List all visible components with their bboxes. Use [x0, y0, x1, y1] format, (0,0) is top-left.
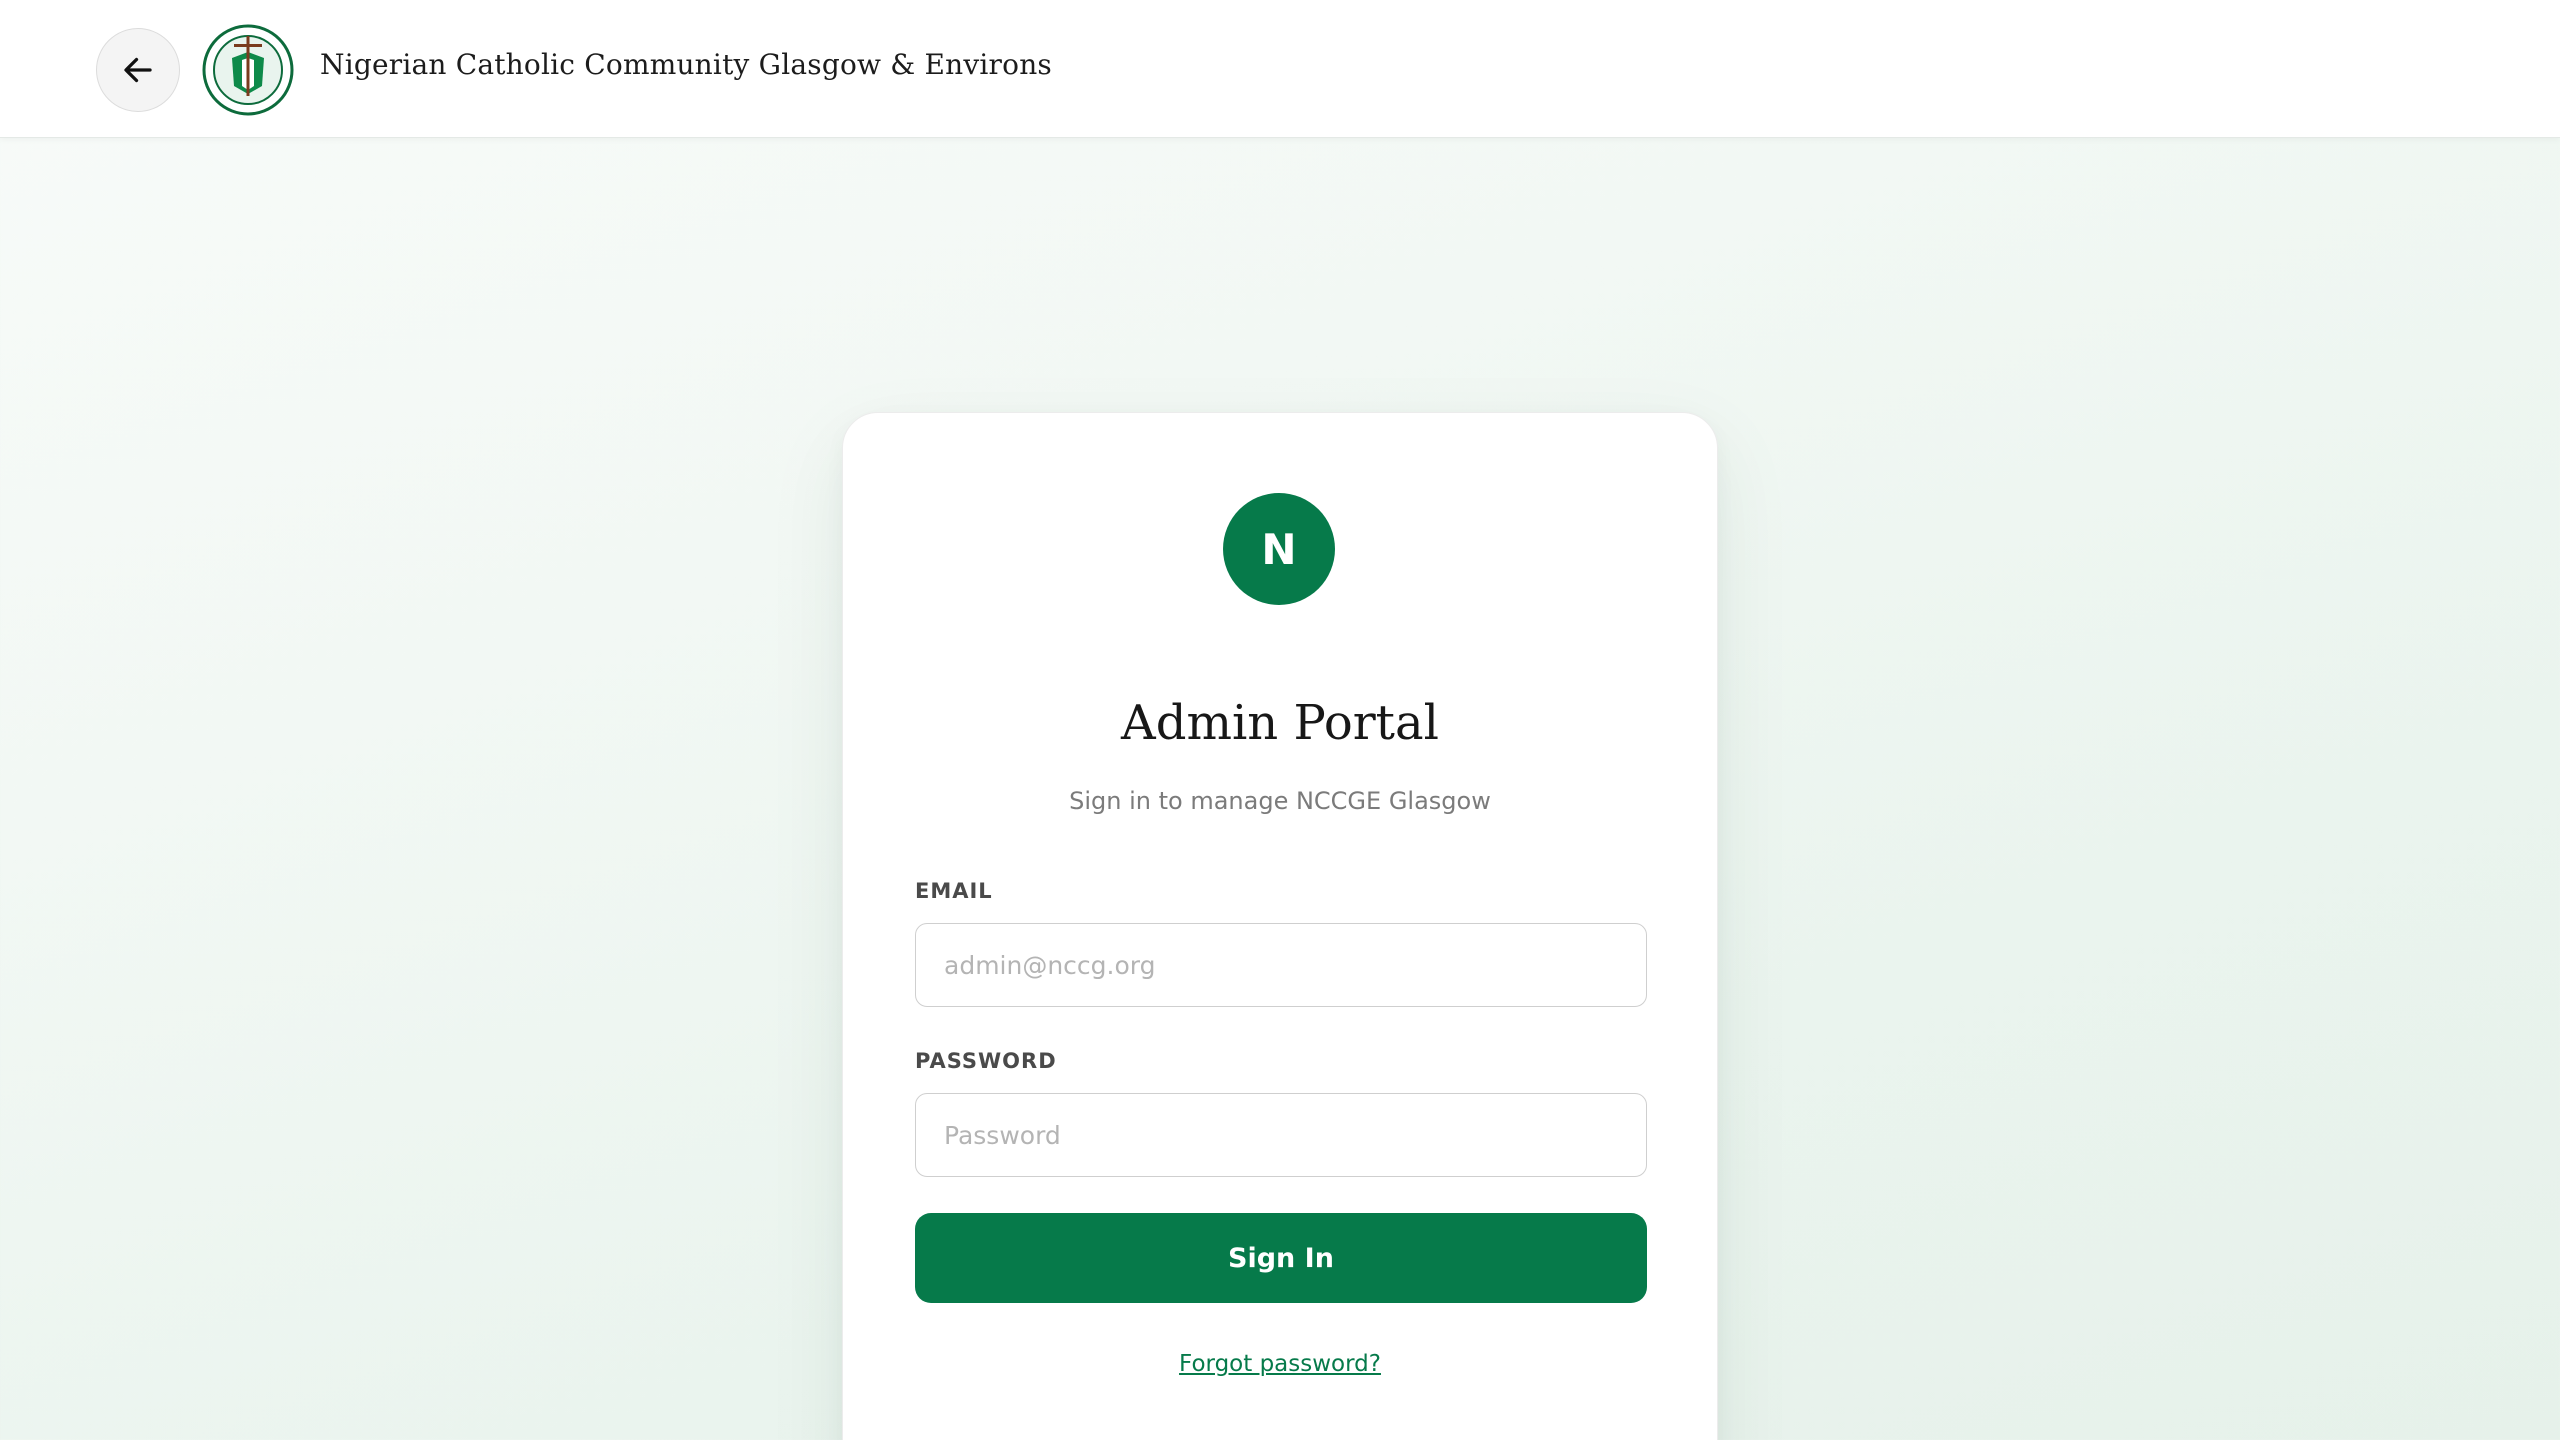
- password-field[interactable]: [915, 1093, 1647, 1177]
- password-label: PASSWORD: [915, 1049, 1057, 1073]
- forgot-password-link[interactable]: Forgot password?: [1179, 1351, 1381, 1377]
- email-field[interactable]: [915, 923, 1647, 1007]
- login-card: N Admin Portal Sign in to manage NCCGE G…: [842, 412, 1718, 1440]
- community-emblem-icon[interactable]: [202, 24, 294, 116]
- sign-in-button[interactable]: Sign In: [915, 1213, 1647, 1303]
- brand-avatar: N: [1223, 493, 1335, 605]
- arrow-left-icon: [124, 57, 152, 83]
- site-title[interactable]: Nigerian Catholic Community Glasgow & En…: [320, 48, 1052, 81]
- page-subtitle: Sign in to manage NCCGE Glasgow: [1069, 787, 1491, 815]
- top-header: Nigerian Catholic Community Glasgow & En…: [0, 0, 2560, 138]
- back-button[interactable]: [96, 28, 180, 112]
- email-label: EMAIL: [915, 879, 993, 903]
- forgot-password-container: Forgot password?: [843, 1351, 1717, 1377]
- page-title: Admin Portal: [1121, 695, 1439, 751]
